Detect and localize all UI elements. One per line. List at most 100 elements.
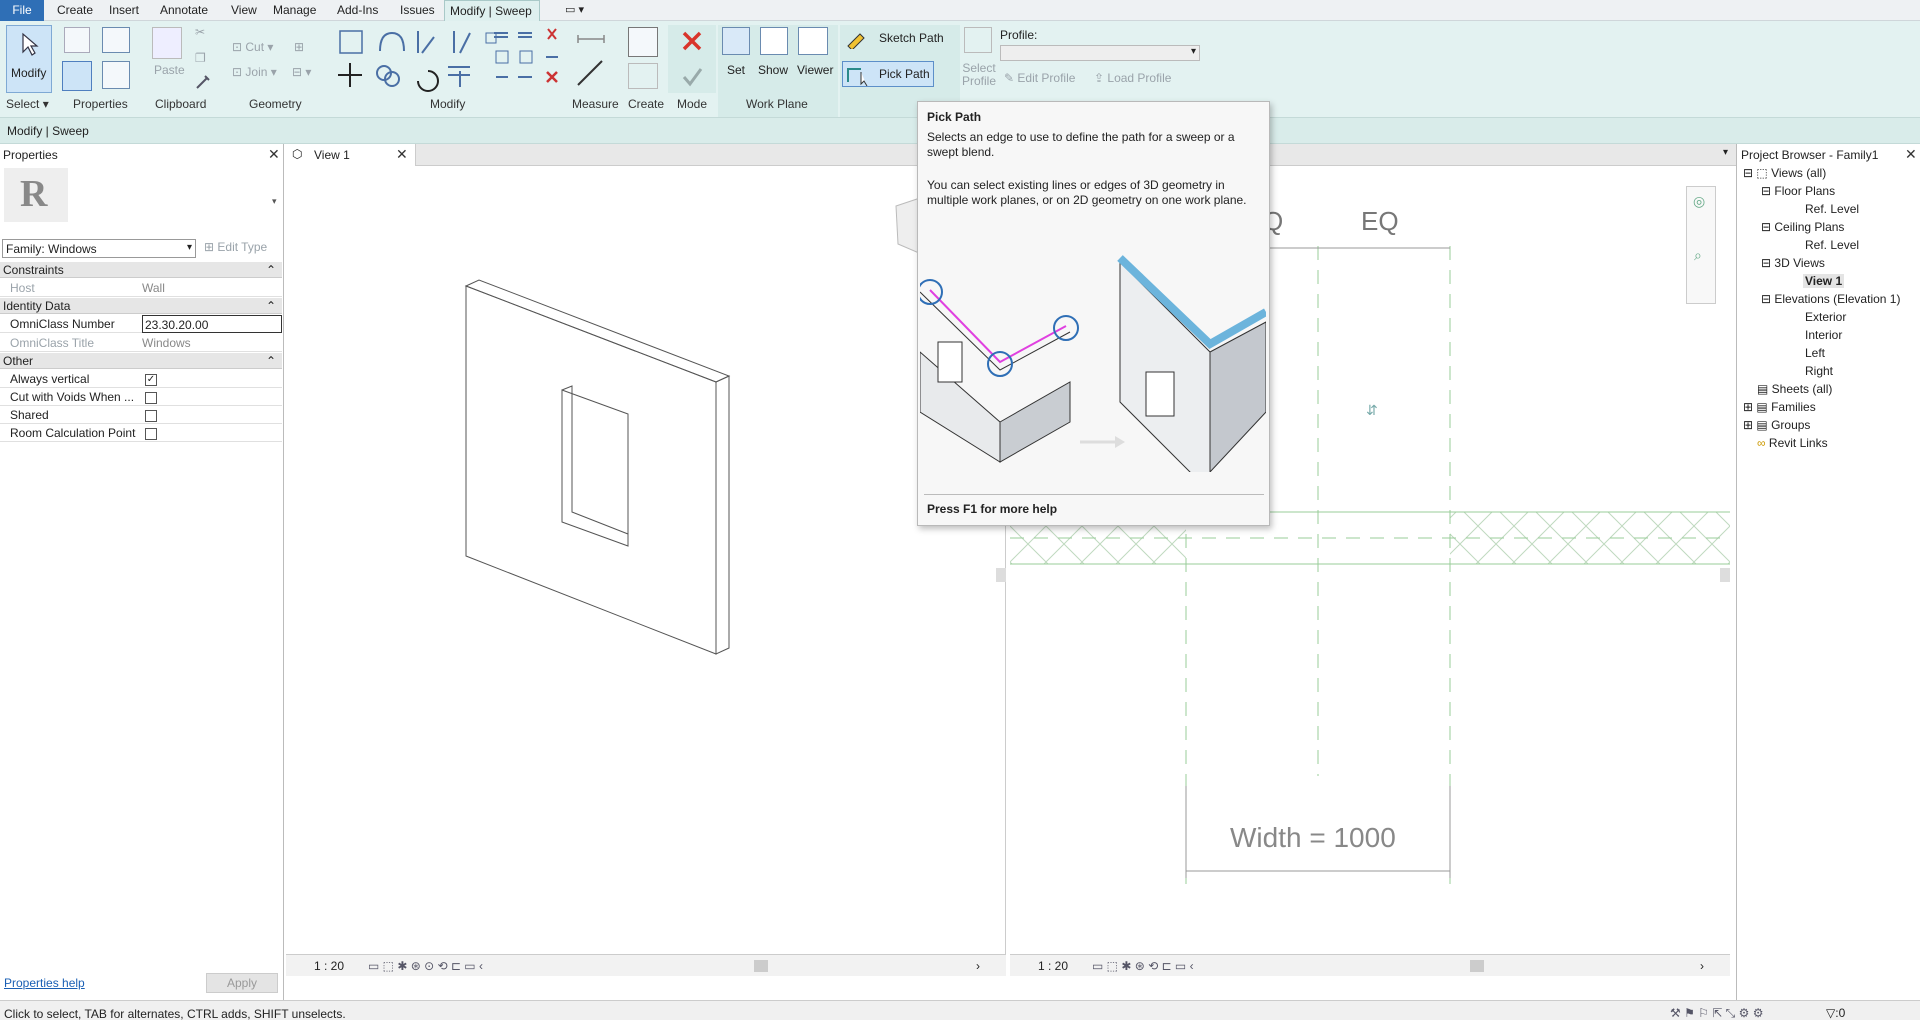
- close-tab-icon[interactable]: ✕: [396, 146, 408, 163]
- edit-profile-button[interactable]: ✎ Edit Profile: [1004, 71, 1075, 85]
- set-label[interactable]: Set: [727, 63, 745, 77]
- view-3d[interactable]: 1 : 20 ▭ ⬚ ✱ ⊛ ⊙ ⟲ ⊏ ▭ ‹ ›: [286, 166, 1006, 976]
- view-control-icons-2[interactable]: ▭ ⬚ ✱ ⊛ ⟲ ⊏ ▭ ‹: [1092, 955, 1194, 977]
- navigation-bar[interactable]: ◎ ⌕: [1686, 186, 1716, 304]
- tab-menu-chevron-icon[interactable]: ▾: [1723, 147, 1728, 158]
- properties-help-link[interactable]: Properties help: [4, 976, 85, 990]
- tree-elevations[interactable]: ⊟ Elevations (Elevation 1): [1761, 292, 1900, 306]
- omniclass-number-field[interactable]: 23.30.20.00: [142, 315, 282, 333]
- view2-scale[interactable]: 1 : 20: [1038, 955, 1068, 977]
- pick-path-button[interactable]: Pick Path: [842, 61, 934, 87]
- section-identity-data[interactable]: Identity Data ⌃: [0, 298, 282, 314]
- close-properties-icon[interactable]: ✕: [268, 146, 280, 163]
- viewer-label[interactable]: Viewer: [797, 63, 833, 77]
- join-geometry-button[interactable]: ⊡ Join ▾: [232, 65, 277, 79]
- tree-ceiling-plans[interactable]: ⊟ Ceiling Plans: [1761, 220, 1844, 234]
- tab-issues[interactable]: Issues: [395, 0, 440, 21]
- tree-view-1[interactable]: View 1: [1803, 274, 1845, 288]
- panel-mode: Mode: [677, 97, 708, 111]
- family-types-icon[interactable]: [102, 27, 130, 53]
- h-scrollbar-thumb-2[interactable]: [1470, 960, 1484, 972]
- measure-icons[interactable]: [574, 29, 614, 89]
- tab-extra-dropdown[interactable]: ▭ ▾: [560, 0, 589, 21]
- tree-families[interactable]: ⊞ ▤ Families: [1743, 400, 1816, 414]
- view-control-icons[interactable]: ▭ ⬚ ✱ ⊛ ⊙ ⟲ ⊏ ▭ ‹: [368, 955, 483, 977]
- scroll-right-icon[interactable]: ›: [976, 955, 980, 977]
- viewer-icon[interactable]: [798, 27, 828, 55]
- tree-ref-level-ceiling[interactable]: Ref. Level: [1805, 238, 1859, 252]
- tree-ref-level-floor[interactable]: Ref. Level: [1805, 202, 1859, 216]
- filter-icon[interactable]: ▽:0: [1826, 1003, 1845, 1023]
- paste-icon[interactable]: [152, 27, 182, 59]
- tree-left[interactable]: Left: [1805, 346, 1825, 360]
- properties-toggle-icon[interactable]: [62, 61, 92, 91]
- cut-voids-checkbox[interactable]: [145, 392, 157, 404]
- panel-clipboard: Clipboard: [155, 97, 207, 111]
- modify-label: Modify: [11, 66, 47, 80]
- shared-checkbox[interactable]: [145, 410, 157, 422]
- apply-button[interactable]: Apply: [206, 973, 278, 993]
- tab-view[interactable]: View: [226, 0, 262, 21]
- tab-manage[interactable]: Manage: [268, 0, 321, 21]
- section-constraints[interactable]: Constraints ⌃: [0, 262, 282, 278]
- align-tools-icons[interactable]: [490, 27, 562, 97]
- split-face-icon[interactable]: ⊟ ▾: [292, 65, 311, 79]
- cut-icon[interactable]: ✂: [195, 25, 205, 39]
- steering-wheel-icon[interactable]: ◎: [1693, 193, 1705, 210]
- room-calc-checkbox[interactable]: [145, 428, 157, 440]
- copy-icon[interactable]: ❐: [195, 51, 206, 65]
- tree-right[interactable]: Right: [1805, 364, 1833, 378]
- tab-modify-sweep[interactable]: Modify | Sweep: [444, 0, 540, 21]
- view1-scale[interactable]: 1 : 20: [314, 955, 344, 977]
- always-vertical-checkbox[interactable]: ✓: [145, 374, 157, 386]
- tree-revit-links[interactable]: ∞ Revit Links: [1757, 436, 1828, 450]
- family-selector[interactable]: Family: Windows ▾: [2, 239, 196, 258]
- tree-sheets[interactable]: ▤ Sheets (all): [1757, 382, 1832, 396]
- type-properties-icon[interactable]: [64, 27, 90, 53]
- finish-edit-icon[interactable]: [680, 65, 704, 89]
- tab-annotate[interactable]: Annotate: [155, 0, 213, 21]
- modify-button[interactable]: Modify: [6, 25, 52, 93]
- modify-tools-icons[interactable]: [336, 27, 506, 97]
- link-icon: ∞: [1757, 436, 1766, 450]
- tab-file[interactable]: File: [0, 0, 44, 21]
- tree-interior[interactable]: Interior: [1805, 328, 1842, 342]
- tab-create[interactable]: Create: [52, 0, 98, 21]
- cancel-edit-icon[interactable]: [680, 29, 704, 53]
- tab-add-ins[interactable]: Add-Ins: [332, 0, 383, 21]
- tab-view-1[interactable]: ⬡ View 1 ✕: [286, 144, 416, 166]
- show-label[interactable]: Show: [758, 63, 788, 77]
- tree-3d-views[interactable]: ⊟ 3D Views: [1761, 256, 1825, 270]
- tab-insert[interactable]: Insert: [104, 0, 144, 21]
- edit-type-button[interactable]: ⊞ Edit Type: [204, 240, 267, 254]
- tree-views-all[interactable]: ⊟ ⬚ Views (all): [1743, 166, 1826, 180]
- match-properties-icon[interactable]: [194, 73, 212, 91]
- close-browser-icon[interactable]: ✕: [1905, 146, 1917, 163]
- create-group-icon[interactable]: [628, 63, 658, 89]
- show-workplane-icon[interactable]: [760, 27, 788, 55]
- profile-dropdown[interactable]: ▾: [1000, 45, 1200, 61]
- section-other[interactable]: Other ⌃: [0, 353, 282, 369]
- selection-filter-icons[interactable]: ⚒ ⚑ ⚐ ⇱ ⤡ ⚙ ⚙: [1670, 1003, 1763, 1023]
- select-profile-label[interactable]: Select Profile: [962, 62, 996, 88]
- flip-arrows-icon[interactable]: ⇵: [1366, 402, 1378, 419]
- create-similar-icon[interactable]: [628, 27, 658, 57]
- tree-exterior[interactable]: Exterior: [1805, 310, 1846, 324]
- zoom-icon[interactable]: ⌕: [1694, 247, 1702, 264]
- cut-geometry-button[interactable]: ⊡ Cut ▾: [232, 40, 273, 54]
- 3d-view-icon: ⬡: [292, 147, 303, 161]
- type-selector-chevron-icon[interactable]: ▾: [272, 196, 277, 207]
- set-workplane-icon[interactable]: [722, 27, 750, 55]
- panel-select[interactable]: Select ▾: [6, 97, 49, 111]
- tree-floor-plans[interactable]: ⊟ Floor Plans: [1761, 184, 1835, 198]
- eq-label-right[interactable]: EQ: [1361, 206, 1399, 237]
- geometry-extra-icon[interactable]: ⊞: [294, 40, 304, 54]
- width-dimension-label[interactable]: Width = 1000: [1230, 822, 1396, 854]
- select-profile-icon[interactable]: [964, 27, 992, 53]
- h-scrollbar-thumb[interactable]: [754, 960, 768, 972]
- family-category-icon[interactable]: [102, 61, 130, 89]
- sketch-path-button[interactable]: Sketch Path: [843, 29, 947, 51]
- load-profile-button[interactable]: ⇪ Load Profile: [1094, 71, 1171, 85]
- tree-groups[interactable]: ⊞ ▤ Groups: [1743, 418, 1810, 432]
- scroll-right-icon-2[interactable]: ›: [1700, 955, 1704, 977]
